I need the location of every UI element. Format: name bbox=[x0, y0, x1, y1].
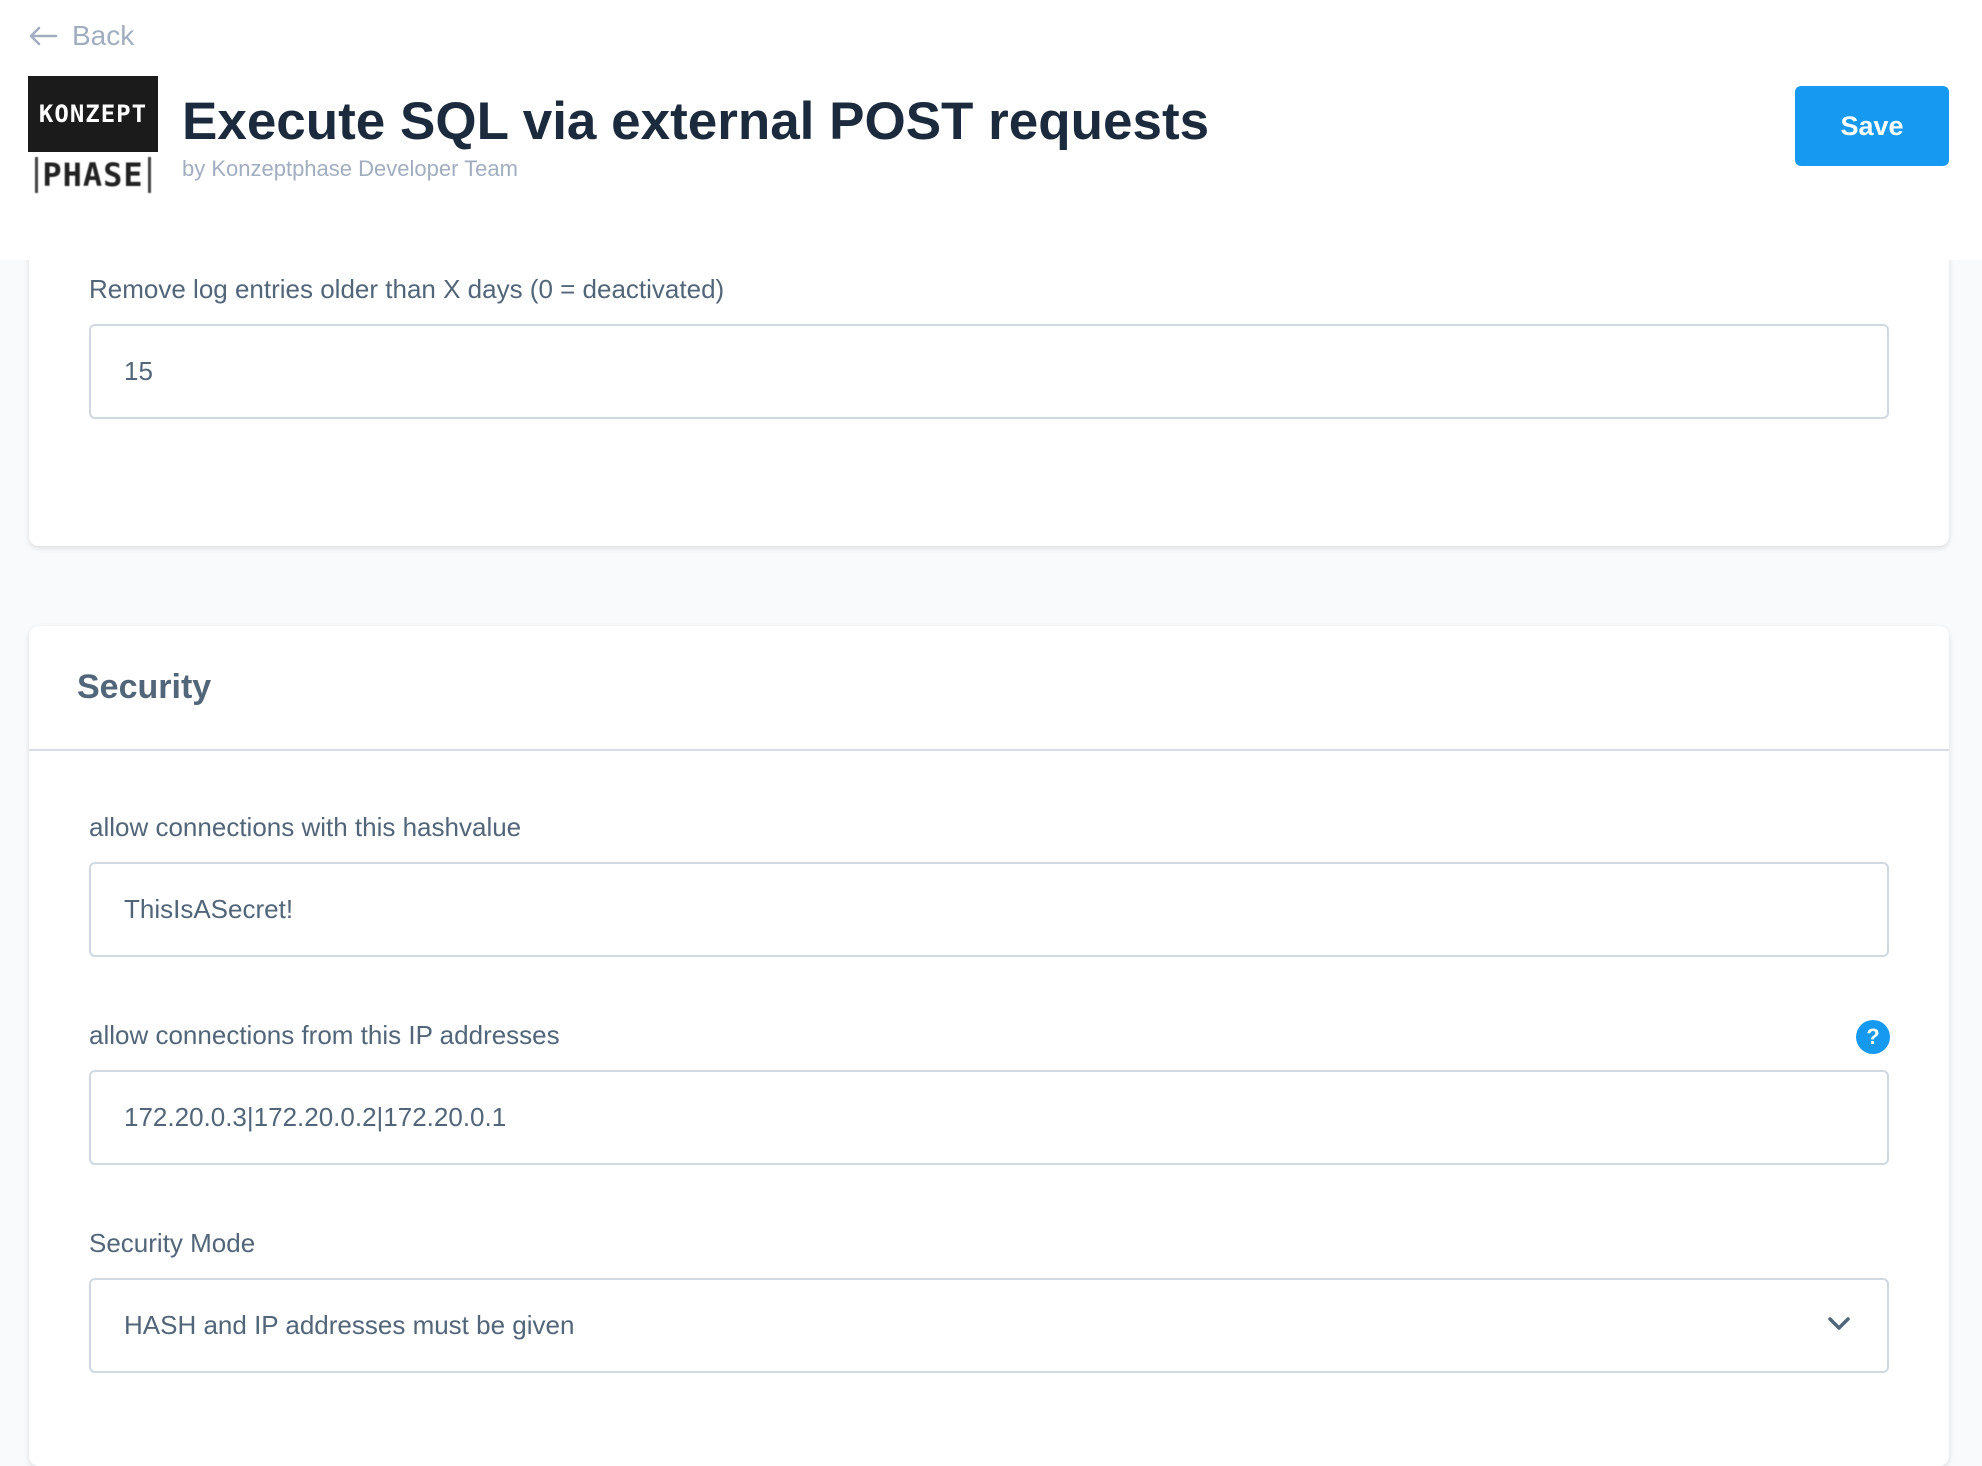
save-button[interactable]: Save bbox=[1795, 86, 1949, 166]
logo-line1: KONZEPT bbox=[28, 76, 158, 152]
back-link[interactable]: Back bbox=[28, 18, 134, 54]
log-retention-input[interactable]: 15 bbox=[89, 324, 1889, 419]
log-retention-label: Remove log entries older than X days (0 … bbox=[89, 274, 725, 304]
ip-label: allow connections from this IP addresses bbox=[89, 1020, 560, 1050]
chevron-down-icon bbox=[1828, 1317, 1850, 1330]
security-card: Security allow connections with this has… bbox=[29, 626, 1949, 1466]
hash-input[interactable]: ThisIsASecret! bbox=[89, 862, 1889, 957]
back-label: Back bbox=[72, 20, 135, 51]
security-heading: Security bbox=[29, 626, 1949, 751]
page-subtitle: by Konzeptphase Developer Team bbox=[182, 156, 518, 181]
hash-label: allow connections with this hashvalue bbox=[89, 812, 522, 842]
ip-input[interactable]: 172.20.0.3|172.20.0.2|172.20.0.1 bbox=[89, 1070, 1889, 1165]
page-title: Execute SQL via external POST requests bbox=[182, 92, 1210, 151]
security-mode-value: HASH and IP addresses must be given bbox=[124, 1310, 575, 1340]
page-header: Back KONZEPT PHASE Execute SQL via exter… bbox=[0, 0, 1982, 260]
question-circle-icon[interactable]: ? bbox=[1856, 1020, 1890, 1054]
security-mode-select[interactable]: HASH and IP addresses must be given bbox=[89, 1278, 1889, 1373]
plugin-logo: KONZEPT PHASE bbox=[28, 76, 158, 198]
arrow-left-icon bbox=[29, 26, 58, 46]
security-mode-label: Security Mode bbox=[89, 1228, 256, 1258]
logo-line2: PHASE bbox=[28, 152, 158, 198]
